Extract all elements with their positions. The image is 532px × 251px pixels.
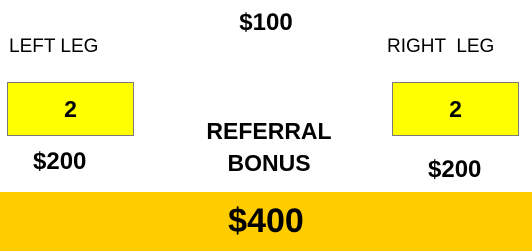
- right-leg-amount: $200: [428, 156, 482, 183]
- left-leg-amount: $200: [33, 148, 87, 175]
- total-bonus-amount: $400: [228, 202, 304, 240]
- bonus-title-line-2: BONUS: [227, 150, 311, 176]
- total-bonus-bar: $400: [0, 192, 532, 251]
- left-leg-count: 2: [64, 95, 77, 122]
- referral-bonus-title: REFERRAL BONUS: [177, 115, 361, 179]
- right-leg-count: 2: [449, 95, 462, 122]
- center-amount: $100: [239, 9, 293, 36]
- left-leg-label: LEFT LEG: [9, 36, 99, 57]
- right-leg-label: RIGHT LEG: [387, 36, 495, 57]
- bonus-title-line-1: REFERRAL: [206, 118, 332, 144]
- left-leg-count-box: 2: [7, 82, 134, 136]
- right-leg-count-box: 2: [392, 82, 519, 136]
